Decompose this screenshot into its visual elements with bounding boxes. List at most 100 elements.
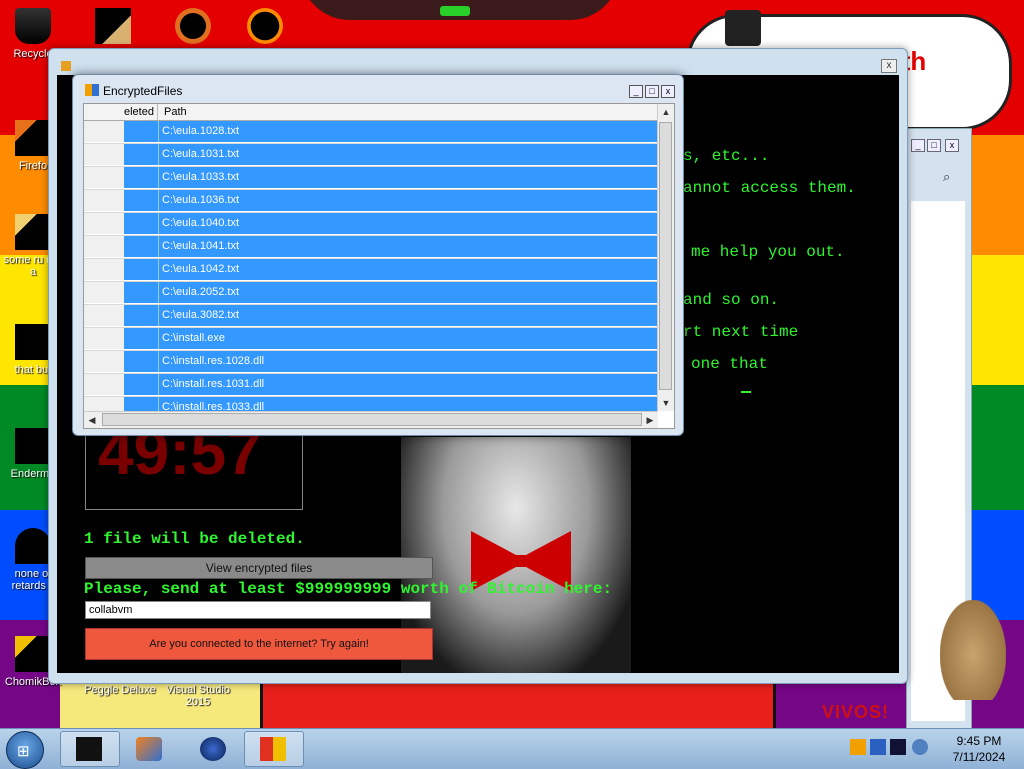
tray-app-icon[interactable] [850,739,866,755]
table-row[interactable]: C:\install.exe [84,328,658,351]
path-cell[interactable]: C:\eula.1042.txt [158,259,658,280]
deleted-cell[interactable] [124,144,158,165]
desktop-icon-visual-studio[interactable]: Visual Studio 2015 [160,684,236,708]
row-header[interactable] [84,351,125,372]
file-icon [15,528,51,564]
close-icon[interactable]: x [881,59,897,73]
desktop-icon-camera[interactable] [712,10,774,50]
folder-icon [95,8,131,44]
column-header-deleted[interactable]: eleted [124,104,158,120]
table-row[interactable]: C:\eula.1041.txt [84,236,658,259]
table-row[interactable]: C:\eula.1031.txt [84,144,658,167]
search-icon[interactable]: ⌕ [943,169,950,185]
row-header[interactable] [84,305,125,326]
path-cell[interactable]: C:\eula.2052.txt [158,282,658,303]
table-row[interactable]: C:\eula.1040.txt [84,213,658,236]
path-cell[interactable]: C:\eula.1040.txt [158,213,658,234]
deleted-cell[interactable] [124,121,158,142]
row-header[interactable] [84,374,125,395]
webcam-icon [725,10,761,46]
deleted-cell[interactable] [124,190,158,211]
path-cell[interactable]: C:\eula.1036.txt [158,190,658,211]
row-header[interactable] [84,190,125,211]
volume-icon[interactable] [912,739,928,755]
maximize-icon[interactable]: □ [927,139,941,152]
taskbar-item-media-player[interactable] [120,731,180,767]
path-cell[interactable]: C:\eula.1028.txt [158,121,658,142]
horizontal-scroll-thumb[interactable] [102,413,642,426]
view-encrypted-files-button[interactable]: View encrypted files [85,557,433,579]
row-header[interactable] [84,213,125,234]
vertical-scroll-thumb[interactable] [659,122,672,390]
row-header[interactable] [84,144,125,165]
table-row[interactable]: C:\eula.1028.txt [84,121,658,144]
close-icon[interactable]: x [945,139,959,152]
retry-connection-button[interactable]: Are you connected to the internet? Try a… [85,628,433,660]
scroll-left-icon[interactable]: ◀ [84,412,100,428]
path-cell[interactable]: C:\eula.3082.txt [158,305,658,326]
deleted-cell[interactable] [124,213,158,234]
desktop-icon-top-2[interactable] [82,8,144,48]
path-cell[interactable]: C:\eula.1041.txt [158,236,658,257]
table-row[interactable]: C:\eula.1033.txt [84,167,658,190]
windows-logo-icon: ⊞ [17,743,30,760]
row-header[interactable] [84,259,125,280]
deleted-cell[interactable] [124,351,158,372]
row-header[interactable] [84,236,125,257]
path-cell[interactable]: C:\install.res.1028.dll [158,351,658,372]
window-title: EncryptedFiles [103,84,183,98]
taskbar-item-encrypted-files[interactable] [244,731,304,767]
close-icon[interactable]: x [661,85,675,98]
maximize-icon[interactable]: □ [645,85,659,98]
send-bitcoin-message: Please, send at least $999999999 worth o… [84,580,613,598]
path-cell[interactable]: C:\eula.1033.txt [158,167,658,188]
scroll-up-icon[interactable]: ▲ [658,104,674,120]
deleted-cell[interactable] [124,374,158,395]
minimize-icon[interactable]: _ [629,85,643,98]
encrypted-files-window[interactable]: EncryptedFiles _ □ x eleted Path C:\eula.1… [72,74,684,436]
path-cell[interactable]: C:\install.exe [158,328,658,349]
terminal-line: and so on. [683,291,780,309]
desktop-icon-top-3[interactable] [162,8,224,48]
row-header[interactable] [84,167,125,188]
deleted-cell[interactable] [124,167,158,188]
encrypted-files-grid[interactable]: eleted Path C:\eula.1028.txt C:\eula.1031… [83,103,675,429]
taskbar-item-ransomware[interactable] [60,731,120,767]
scroll-down-icon[interactable]: ▼ [658,395,674,411]
app-icon [76,737,102,761]
monitor-icon[interactable] [890,739,906,755]
row-header[interactable] [84,328,125,349]
minimize-icon[interactable]: _ [911,139,925,152]
taskbar-item-browser[interactable] [184,731,244,767]
column-header-path[interactable]: Path [164,104,187,120]
desktop-icon-peggle[interactable]: Peggle Deluxe [80,684,160,696]
row-header[interactable] [84,121,125,142]
deleted-cell[interactable] [124,282,158,303]
vertical-scrollbar[interactable]: ▲ ▼ [657,104,674,411]
desktop-icon-top-4[interactable] [234,8,296,48]
deleted-cell[interactable] [124,236,158,257]
window-app-icon [85,84,99,96]
table-row[interactable]: C:\eula.1042.txt [84,259,658,282]
start-button[interactable]: ⊞ [6,731,44,769]
deleted-cell[interactable] [124,259,158,280]
path-cell[interactable]: C:\eula.1031.txt [158,144,658,165]
path-cell[interactable]: C:\install.res.1031.dll [158,374,658,395]
scroll-right-icon[interactable]: ▶ [642,412,658,428]
taskbar-clock[interactable]: 9:45 PM 7/11/2024 [940,733,1018,765]
horizontal-scrollbar[interactable]: ◀ ▶ [84,411,658,428]
row-header[interactable] [84,282,125,303]
deleted-cell[interactable] [124,305,158,326]
taskbar: ⊞ 9:45 PM 7/11/2024 [0,728,1024,769]
table-row[interactable]: C:\eula.1036.txt [84,190,658,213]
network-icon[interactable] [870,739,886,755]
table-row[interactable]: C:\install.res.1031.dll [84,374,658,397]
terminal-cursor [741,391,751,393]
table-row[interactable]: C:\eula.2052.txt [84,282,658,305]
deleted-cell[interactable] [124,328,158,349]
table-row[interactable]: C:\install.res.1028.dll [84,351,658,374]
wallpaper-bottom-text: VIVOS! [822,702,890,722]
bitcoin-address-field[interactable]: collabvm [85,601,431,619]
window-controls: _ □ x [627,83,675,98]
table-row[interactable]: C:\eula.3082.txt [84,305,658,328]
